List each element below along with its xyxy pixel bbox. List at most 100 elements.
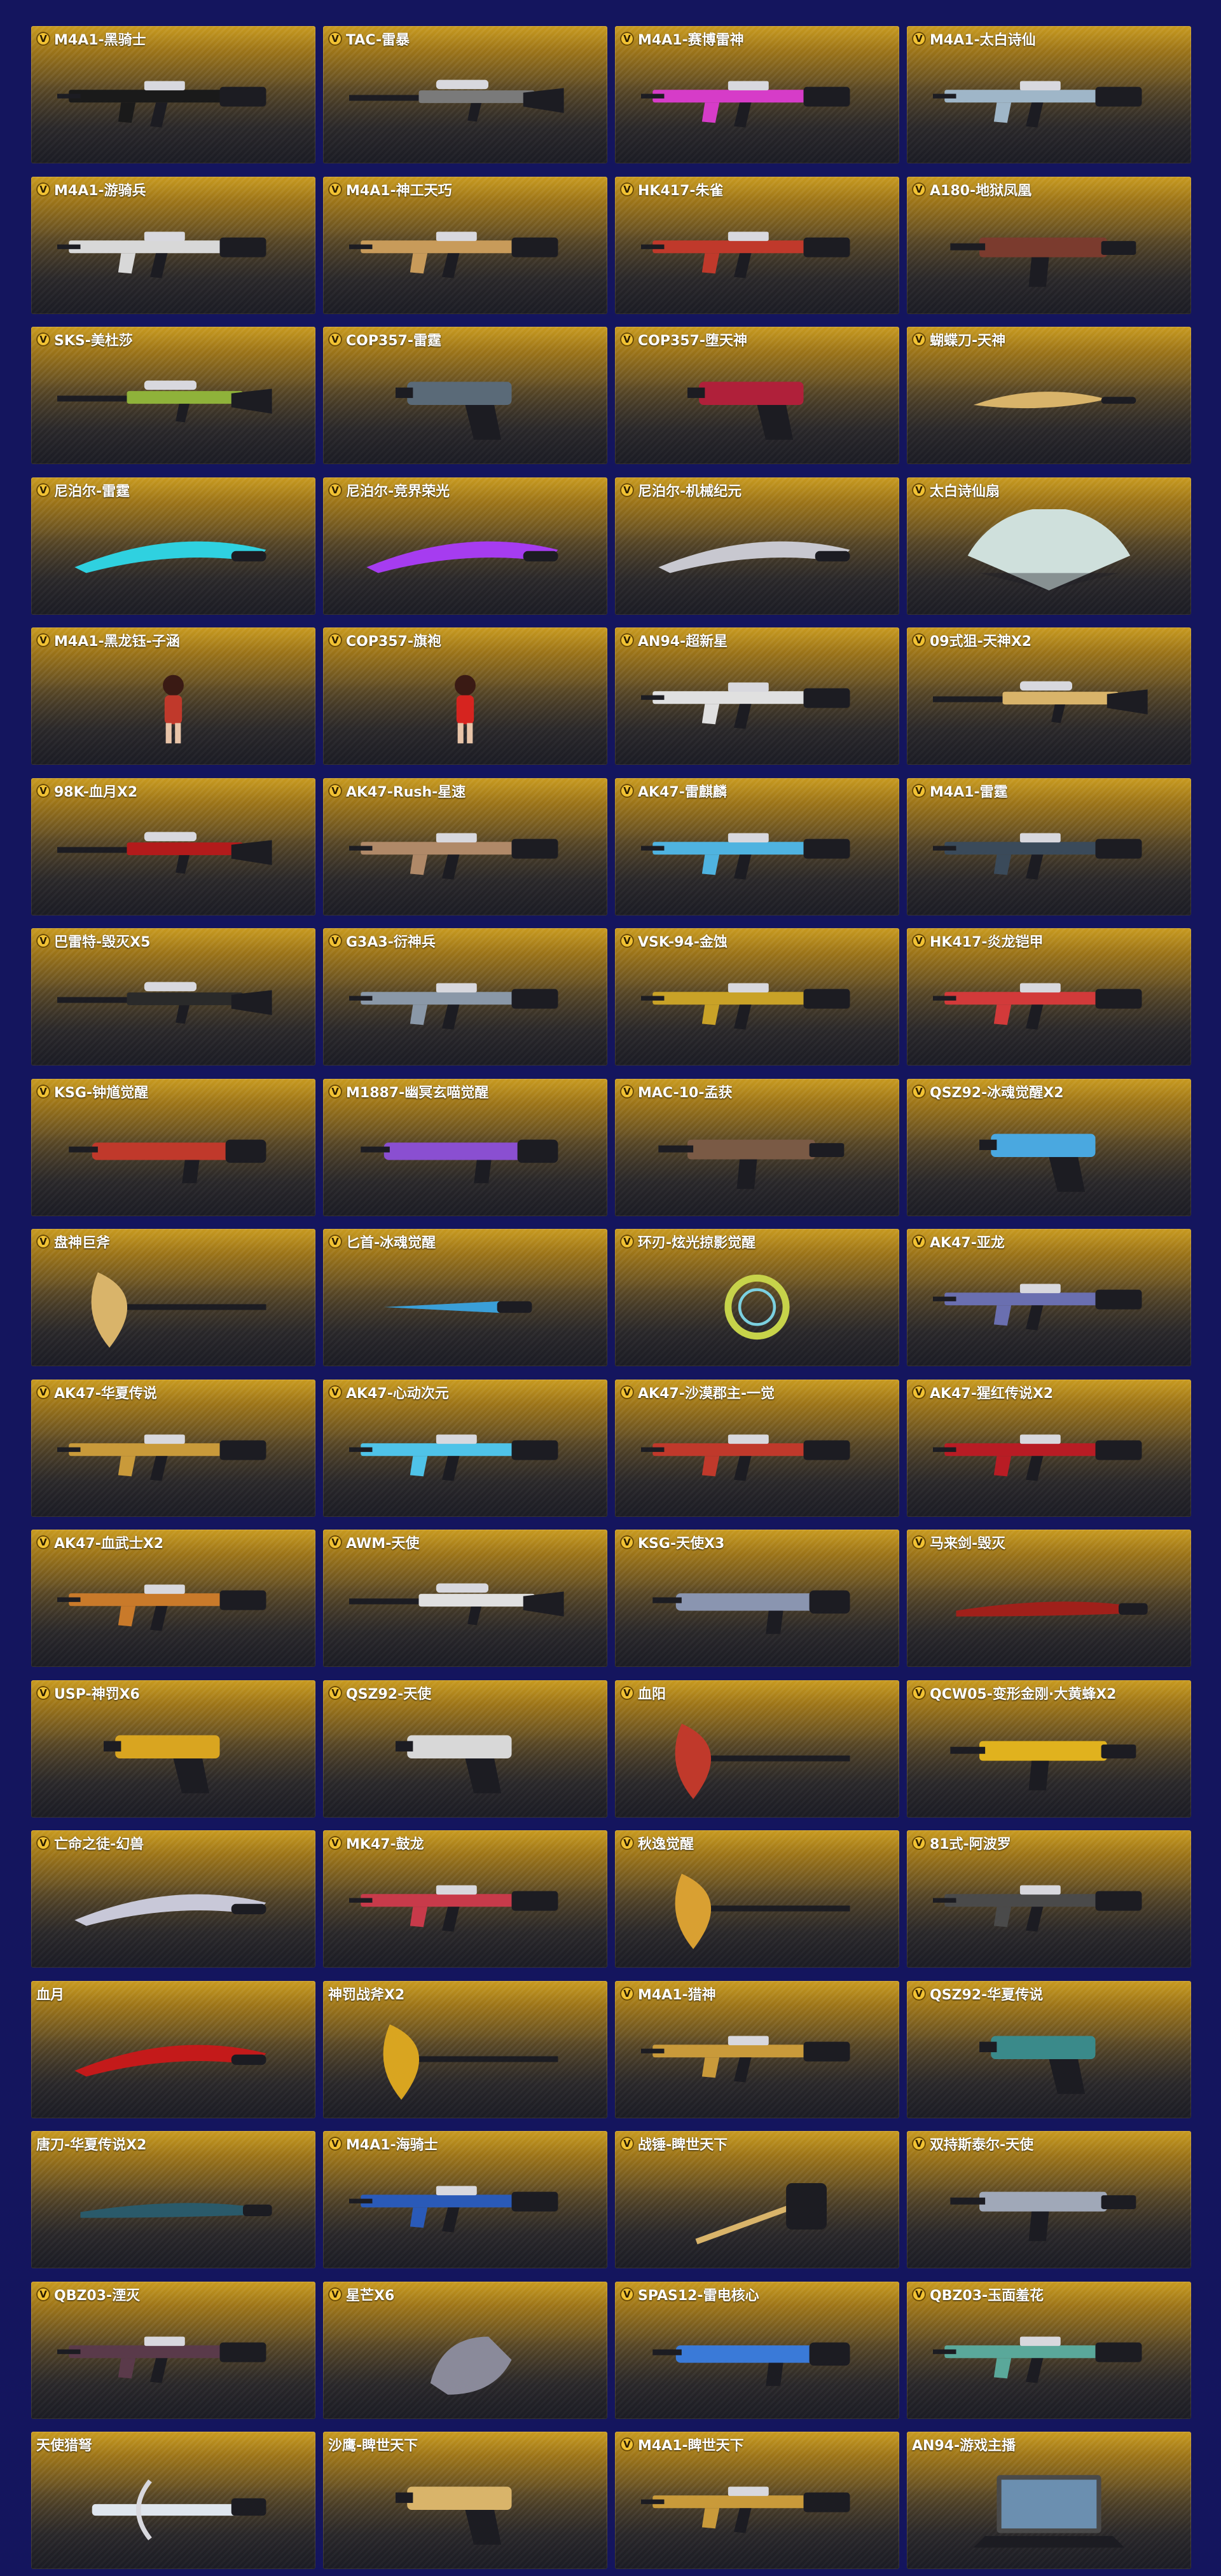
weapon-card[interactable]: V USP-神罚X6 [31, 1680, 315, 1818]
rifle-icon [57, 209, 290, 301]
weapon-card[interactable]: 天使猎弩 [31, 2432, 315, 2569]
weapon-card[interactable]: V M4A1-游骑兵 [31, 176, 315, 314]
weapon-card[interactable]: V AK47-亚龙 [907, 1229, 1191, 1366]
weapon-card[interactable]: AN94-游戏主播 [907, 2432, 1191, 2569]
weapon-card[interactable]: V 双持斯泰尔-天使 [907, 2131, 1191, 2268]
weapon-card[interactable]: V HK417-炎龙铠甲 [907, 928, 1191, 1065]
weapon-title: COP357-雷霆 [346, 333, 442, 349]
weapon-card[interactable]: V 血阳 [615, 1680, 899, 1818]
weapon-card[interactable]: 唐刀-华夏传说X2 [31, 2131, 315, 2268]
weapon-card[interactable]: V 盘神巨斧 [31, 1229, 315, 1366]
weapon-card[interactable]: V 尼泊尔-雷霆 [31, 477, 315, 615]
weapon-title: 太白诗仙扇 [930, 483, 1000, 500]
weapon-card[interactable]: V A180-地狱凤凰 [907, 176, 1191, 314]
weapon-card[interactable]: V HK417-朱雀 [615, 176, 899, 314]
weapon-card[interactable]: V 09式狙-天神X2 [907, 627, 1191, 765]
weapon-card[interactable]: V AK47-Rush-星速 [323, 778, 607, 915]
weapon-card[interactable]: V KSG-天使X3 [615, 1530, 899, 1667]
weapon-card[interactable]: V 98K-血月X2 [31, 778, 315, 915]
weapon-card[interactable]: V 马来剑-毁灭 [907, 1530, 1191, 1667]
weapon-card[interactable]: V M4A1-黑龙钰-子涵 [31, 627, 315, 765]
weapon-card[interactable]: V SKS-美杜莎 [31, 327, 315, 464]
weapon-card[interactable]: V COP357-旗袍 [323, 627, 607, 765]
weapon-card[interactable]: V M1887-幽冥玄喵觉醒 [323, 1078, 607, 1216]
weapon-card[interactable]: V M4A1-猎神 [615, 1980, 899, 2118]
weapon-card[interactable]: V 环刃-炫光掠影觉醒 [615, 1229, 899, 1366]
vip-badge-icon: V [912, 633, 926, 647]
weapon-card[interactable]: V M4A1-雷霆 [907, 778, 1191, 915]
weapon-card[interactable]: V QBZ03-湮灭 [31, 2281, 315, 2419]
weapon-card[interactable]: V QSZ92-华夏传说 [907, 1980, 1191, 2118]
card-header: V AK47-Rush-星速 [328, 783, 466, 800]
weapon-title: COP357-堕天神 [638, 333, 748, 349]
weapon-card[interactable]: V TAC-雷暴 [323, 26, 607, 163]
weapon-card[interactable]: V AK47-血武士X2 [31, 1530, 315, 1667]
weapon-card[interactable]: V M4A1-赛博雷神 [615, 26, 899, 163]
card-header: V AK47-亚龙 [912, 1234, 1005, 1251]
weapon-title: M4A1-雷霆 [930, 784, 1008, 800]
weapon-card[interactable]: V 巴雷特-毁灭X5 [31, 928, 315, 1065]
weapon-card[interactable]: V AK47-华夏传说 [31, 1379, 315, 1517]
weapon-card[interactable]: V AN94-超新星 [615, 627, 899, 765]
weapon-card[interactable]: V MAC-10-孟获 [615, 1078, 899, 1216]
weapon-card[interactable]: V 蝴蝶刀-天神 [907, 327, 1191, 464]
weapon-card[interactable]: 血月 [31, 1980, 315, 2118]
weapon-card[interactable]: V 秋逸觉醒 [615, 1830, 899, 1968]
weapon-card[interactable]: V 星芒X6 [323, 2281, 607, 2419]
weapon-card[interactable]: V 匕首-冰魂觉醒 [323, 1229, 607, 1366]
weapon-card[interactable]: V G3A3-衍神兵 [323, 928, 607, 1065]
weapon-card[interactable]: V 尼泊尔-竞界荣光 [323, 477, 607, 615]
weapon-card[interactable]: 沙鹰-睥世天下 [323, 2432, 607, 2569]
smg-icon [640, 1111, 874, 1203]
weapon-card[interactable]: V QSZ92-天使 [323, 1680, 607, 1818]
card-header: V QBZ03-玉面羞花 [912, 2287, 1044, 2304]
weapon-card[interactable]: V M4A1-黑骑士 [31, 26, 315, 163]
weapon-card[interactable]: V 81式-阿波罗 [907, 1830, 1191, 1968]
weapon-card[interactable]: V AK47-雷麒麟 [615, 778, 899, 915]
weapon-card[interactable]: V QSZ92-冰魂觉醒X2 [907, 1078, 1191, 1216]
weapon-card[interactable]: V 太白诗仙扇 [907, 477, 1191, 615]
vip-badge-icon: V [620, 1385, 634, 1399]
vip-badge-icon: V [912, 1836, 926, 1850]
card-header: V A180-地狱凤凰 [912, 182, 1031, 199]
weapon-title: AK47-Rush-星速 [346, 784, 466, 800]
weapon-title: 唐刀-华夏传说X2 [36, 2137, 147, 2153]
weapon-card[interactable]: V 尼泊尔-机械纪元 [615, 477, 899, 615]
weapon-title: 战锤-睥世天下 [638, 2137, 728, 2153]
weapon-title: 巴雷特-毁灭X5 [54, 935, 151, 950]
ring-icon [640, 1261, 874, 1353]
weapon-card[interactable]: V AK47-猩红传说X2 [907, 1379, 1191, 1517]
weapon-card[interactable]: V M4A1-睥世天下 [615, 2432, 899, 2569]
weapon-card[interactable]: V AWM-天使 [323, 1530, 607, 1667]
weapon-card[interactable]: V 亡命之徒-幻兽 [31, 1830, 315, 1968]
weapon-title: SPAS12-雷电核心 [638, 2287, 759, 2304]
weapon-card[interactable]: V SPAS12-雷电核心 [615, 2281, 899, 2419]
vip-badge-icon: V [36, 483, 50, 497]
weapon-card[interactable]: V M4A1-太白诗仙 [907, 26, 1191, 163]
weapon-card[interactable]: 神罚战斧X2 [323, 1980, 607, 2118]
rifle-icon [640, 810, 874, 903]
sniper-icon [57, 960, 290, 1053]
vip-badge-icon: V [912, 1535, 926, 1549]
crossbow-icon [57, 2463, 290, 2556]
weapon-card[interactable]: V AK47-沙漠郡主-一觉 [615, 1379, 899, 1517]
card-header: V HK417-朱雀 [620, 182, 724, 199]
weapon-card[interactable]: V AK47-心动次元 [323, 1379, 607, 1517]
weapon-card[interactable]: V QCW05-变形金刚·大黄蜂X2 [907, 1680, 1191, 1818]
pistol-icon [932, 2013, 1166, 2106]
weapon-card[interactable]: V 战锤-睥世天下 [615, 2131, 899, 2268]
weapon-card[interactable]: V M4A1-神工天巧 [323, 176, 607, 314]
weapon-card[interactable]: V KSG-钟馗觉醒 [31, 1078, 315, 1216]
card-header: V M4A1-雷霆 [912, 783, 1008, 800]
hammer-icon [640, 2163, 874, 2256]
rifle-icon [348, 1411, 582, 1504]
smg-icon [932, 1712, 1166, 1805]
weapon-card[interactable]: V COP357-雷霆 [323, 327, 607, 464]
card-header: V 血阳 [620, 1685, 666, 1702]
weapon-card[interactable]: V COP357-堕天神 [615, 327, 899, 464]
weapon-card[interactable]: V MK47-鼓龙 [323, 1830, 607, 1968]
card-header: V M4A1-太白诗仙 [912, 31, 1036, 48]
weapon-card[interactable]: V QBZ03-玉面羞花 [907, 2281, 1191, 2419]
weapon-card[interactable]: V M4A1-海骑士 [323, 2131, 607, 2268]
weapon-card[interactable]: V VSK-94-金蚀 [615, 928, 899, 1065]
